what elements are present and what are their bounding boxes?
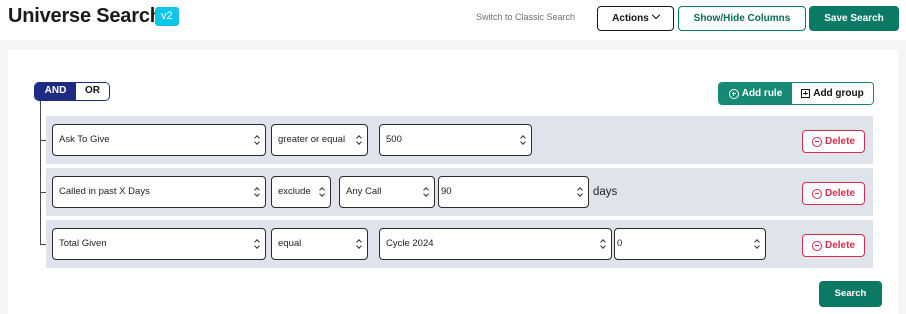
rule-subfield-select[interactable]: Any Call xyxy=(339,176,435,208)
rule-field-value: Total Given xyxy=(59,238,107,249)
add-group-label: Add group xyxy=(813,87,864,99)
add-rule-label: Add rule xyxy=(741,87,783,99)
combinator-and-button[interactable]: AND xyxy=(35,83,76,100)
rule-subfield-value: Any Call xyxy=(346,186,382,197)
rule-value-text: 500 xyxy=(386,134,402,145)
rule-field-select[interactable]: Ask To Give xyxy=(52,124,266,156)
updown-arrows-icon xyxy=(600,239,606,250)
updown-arrows-icon xyxy=(319,187,325,198)
updown-arrows-icon xyxy=(423,187,429,198)
rule-unit-label: days xyxy=(593,186,618,198)
rule-value-text: 90 xyxy=(441,186,452,197)
delete-rule-button[interactable]: Delete xyxy=(802,182,865,205)
plus-circle-icon xyxy=(728,88,739,99)
rule-value-input[interactable]: 0 xyxy=(614,228,766,260)
add-group-button[interactable]: Add group xyxy=(792,83,873,104)
updown-arrows-icon xyxy=(577,187,583,198)
rule-subfield-value: Cycle 2024 xyxy=(386,238,434,249)
version-badge: v2 xyxy=(155,7,179,26)
rule-operator-select[interactable]: equal xyxy=(271,228,368,260)
rule-field-value: Ask To Give xyxy=(59,134,110,145)
updown-arrows-icon xyxy=(254,135,260,146)
rule-operator-select[interactable]: greater or equal xyxy=(271,124,368,156)
search-button[interactable]: Search xyxy=(819,281,882,307)
delete-label: Delete xyxy=(824,188,855,199)
query-builder-panel: AND OR Add rule Add group Ask To Give gr… xyxy=(8,50,898,314)
combinator-toggle: AND OR xyxy=(34,82,110,101)
delete-label: Delete xyxy=(824,136,855,147)
page-title: Universe Search xyxy=(8,5,162,27)
rule-row: Total Given equal Cycle 2024 0 Delete xyxy=(46,220,873,268)
rule-operator-select[interactable]: exclude xyxy=(271,176,331,208)
rule-value-input[interactable]: 90 xyxy=(438,176,589,208)
rule-field-select[interactable]: Total Given xyxy=(52,228,266,260)
rule-tree-connector xyxy=(40,101,41,244)
switch-to-classic-link[interactable]: Switch to Classic Search xyxy=(476,12,575,22)
rule-operator-value: equal xyxy=(278,238,302,249)
delete-rule-button[interactable]: Delete xyxy=(802,234,865,257)
rule-operator-value: exclude xyxy=(278,186,311,197)
updown-arrows-icon xyxy=(254,187,260,198)
updown-arrows-icon xyxy=(520,135,526,146)
save-search-button[interactable]: Save Search xyxy=(809,6,899,31)
rule-operator-value: greater or equal xyxy=(278,134,346,145)
actions-label: Actions xyxy=(612,13,649,24)
rule-row: Ask To Give greater or equal 500 Delete xyxy=(46,116,873,164)
rule-row: Called in past X Days exclude Any Call 9… xyxy=(46,168,873,216)
rule-value-text: 0 xyxy=(617,238,623,249)
updown-arrows-icon xyxy=(356,135,362,146)
rule-subfield-select[interactable]: Cycle 2024 xyxy=(379,228,612,260)
updown-arrows-icon xyxy=(754,239,760,250)
delete-rule-button[interactable]: Delete xyxy=(802,130,865,153)
minus-circle-icon xyxy=(811,136,822,147)
rule-field-select[interactable]: Called in past X Days xyxy=(52,176,266,208)
add-rule-button[interactable]: Add rule xyxy=(719,83,792,104)
page-header: Universe Search v2 Switch to Classic Sea… xyxy=(0,0,906,40)
chevron-down-icon xyxy=(651,10,661,20)
rule-field-value: Called in past X Days xyxy=(59,186,150,197)
combinator-or-button[interactable]: OR xyxy=(76,83,109,100)
rule-value-input[interactable]: 500 xyxy=(379,124,532,156)
actions-dropdown-button[interactable]: Actions xyxy=(597,6,674,31)
minus-circle-icon xyxy=(811,240,822,251)
show-hide-columns-button[interactable]: Show/Hide Columns xyxy=(678,6,806,31)
plus-square-icon xyxy=(801,89,811,98)
add-controls: Add rule Add group xyxy=(718,82,874,105)
updown-arrows-icon xyxy=(254,239,260,250)
minus-circle-icon xyxy=(811,188,822,199)
delete-label: Delete xyxy=(824,240,855,251)
updown-arrows-icon xyxy=(356,239,362,250)
